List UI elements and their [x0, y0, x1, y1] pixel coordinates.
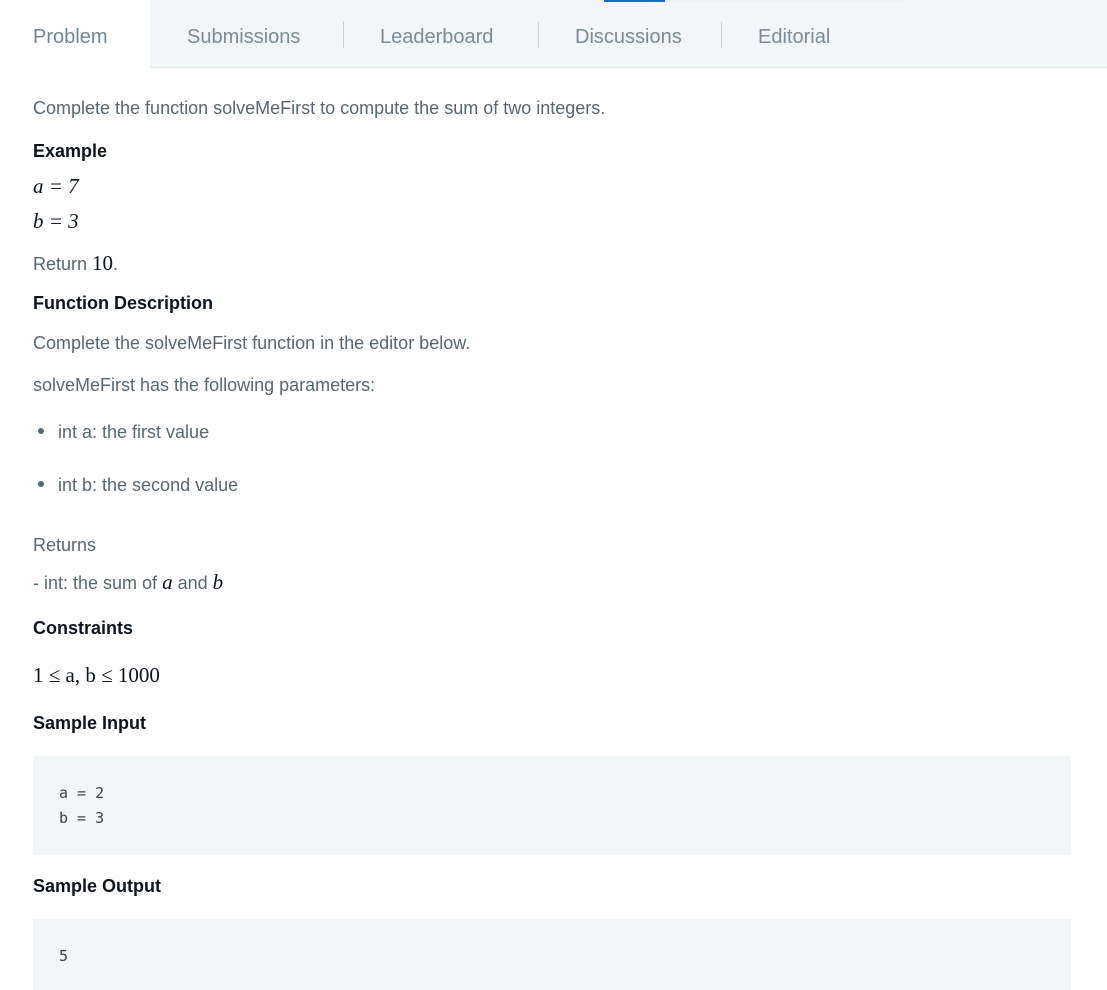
example-a-expr: a = 7 — [33, 174, 79, 198]
returns-and: and — [172, 573, 213, 593]
returns-var-b-text: b — [212, 570, 224, 594]
sample-output-line: 5 — [59, 947, 69, 965]
return-value: 10 — [92, 251, 114, 275]
returns-var-b: b — [213, 570, 224, 594]
problem-intro: Complete the function solveMeFirst to co… — [33, 98, 606, 118]
example-return: Return 10. — [33, 251, 118, 276]
parameter-item: int a: the first value — [38, 422, 209, 443]
sample-input-line: b = 3 — [59, 809, 105, 827]
constraints-text: 1 ≤ a, b ≤ 1000 — [33, 663, 160, 687]
example-b: b = 3 — [33, 209, 79, 234]
return-suffix: . — [113, 254, 119, 274]
sample-output-box: 5 — [33, 919, 1071, 990]
tab-bar: Problem Submissions Leaderboard Discussi… — [0, 0, 1107, 68]
returns-heading: Returns — [33, 535, 97, 555]
parameter-item: int b: the second value — [38, 475, 238, 496]
tab-divider — [538, 22, 539, 48]
returns-prefix: - int: the sum of — [33, 573, 163, 593]
function-description-heading: Function Description — [33, 293, 213, 313]
sample-input-box: a = 2 b = 3 — [33, 756, 1071, 855]
returns-var-a-text: a — [162, 570, 173, 594]
returns-var-a: a — [162, 570, 173, 594]
top-progress-bar — [604, 0, 906, 2]
tab-divider — [343, 22, 344, 48]
function-description-text: Complete the solveMeFirst function in th… — [33, 333, 471, 353]
tab-submissions[interactable]: Submissions — [187, 0, 300, 67]
parameter-text: int a: the first value — [58, 422, 210, 442]
tab-discussions[interactable]: Discussions — [575, 0, 682, 67]
example-b-expr: b = 3 — [33, 209, 79, 233]
top-progress-indicator — [604, 0, 665, 2]
parameters-intro: solveMeFirst has the following parameter… — [33, 375, 376, 395]
sample-output-heading: Sample Output — [33, 876, 162, 896]
tab-problem[interactable]: Problem — [0, 0, 150, 68]
sample-input-heading: Sample Input — [33, 713, 147, 733]
return-prefix: Return — [33, 254, 93, 274]
example-a: a = 7 — [33, 174, 79, 199]
bullet-dot — [38, 428, 44, 435]
constraints-heading: Constraints — [33, 618, 134, 638]
tab-divider — [721, 22, 722, 48]
example-heading: Example — [33, 141, 108, 161]
sample-input-line: a = 2 — [59, 784, 105, 802]
tab-leaderboard[interactable]: Leaderboard — [380, 0, 493, 67]
returns-text: - int: the sum of a and b — [33, 570, 223, 595]
parameter-text: int b: the second value — [58, 475, 239, 495]
tab-editorial[interactable]: Editorial — [758, 0, 830, 67]
bullet-dot — [38, 481, 44, 488]
